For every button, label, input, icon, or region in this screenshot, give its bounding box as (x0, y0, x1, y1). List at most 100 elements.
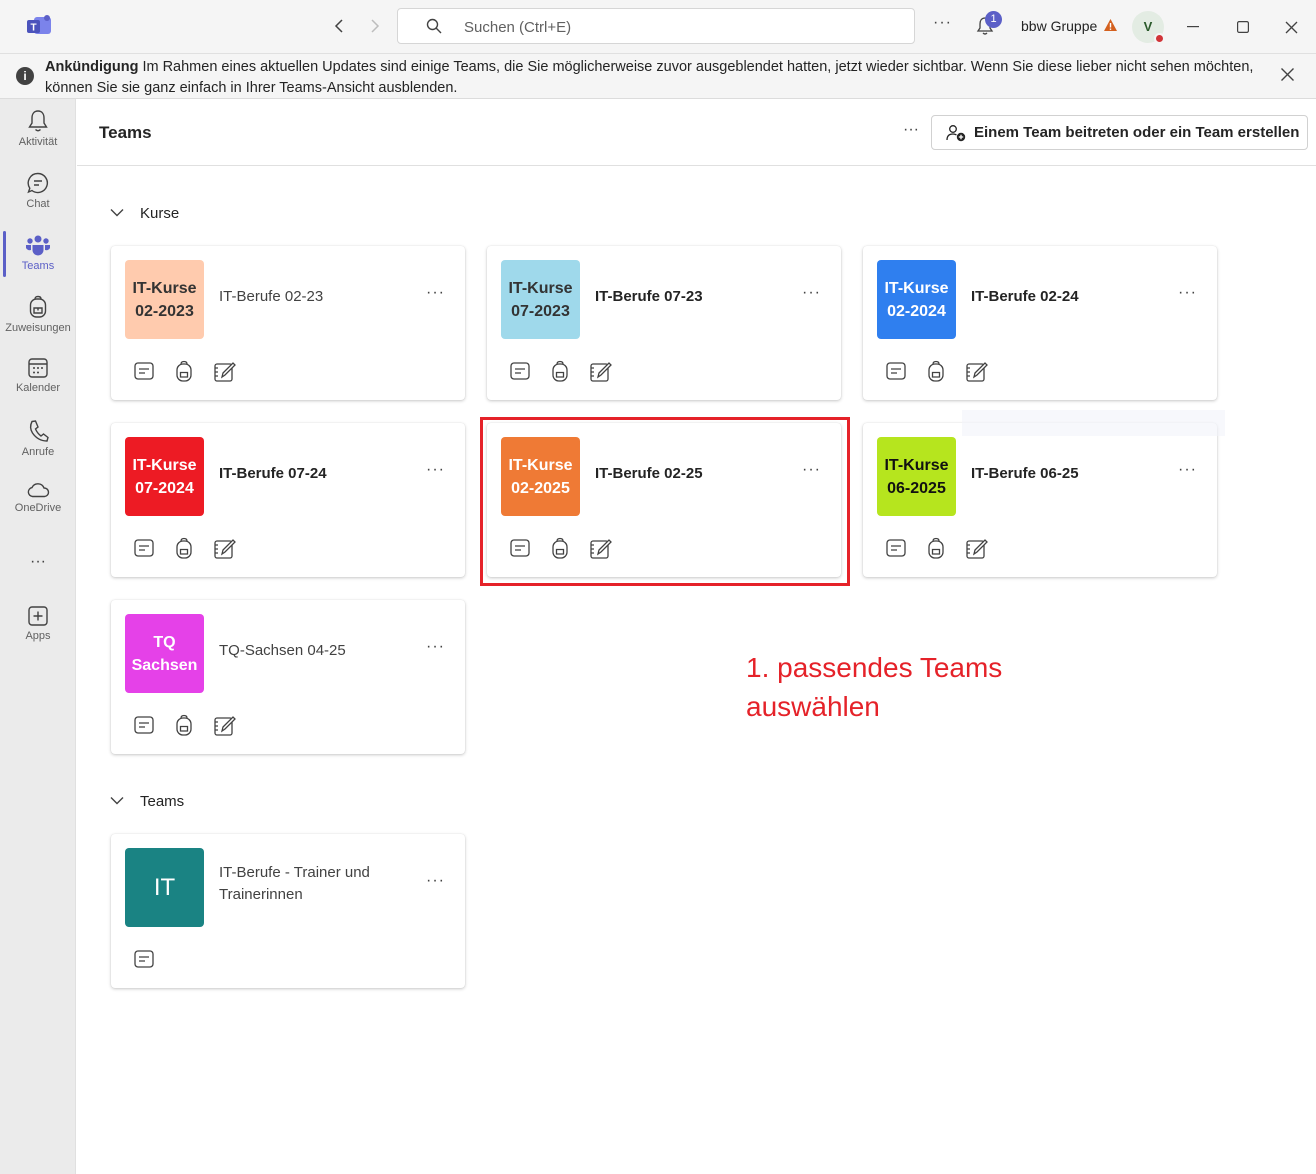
info-icon: i (16, 67, 34, 85)
rail-item-aktivitaet[interactable]: Aktivität (0, 99, 76, 157)
section-label: Teams (140, 793, 185, 810)
search-placeholder: Suchen (Ctrl+E) (464, 19, 572, 36)
rail-item-onedrive[interactable]: OneDrive (0, 471, 76, 529)
close-icon[interactable] (1280, 67, 1295, 82)
teams-logo-icon: T (27, 15, 51, 34)
posts-icon[interactable] (133, 537, 155, 559)
team-avatar-tile: TQ Sachsen (125, 614, 204, 693)
minimize-button[interactable] (1180, 14, 1206, 40)
annotation-text: 1. passendes Teams auswählen (746, 652, 1003, 722)
back-button[interactable] (329, 16, 349, 36)
assignments-icon[interactable] (173, 714, 195, 738)
posts-icon[interactable] (885, 360, 907, 382)
assignments-icon[interactable] (925, 537, 947, 561)
posts-icon[interactable] (885, 537, 907, 559)
team-name: IT-Berufe 06-25 (971, 465, 1079, 482)
team-card[interactable]: IT-Kurse 02-2023 IT-Berufe 02-23 ··· (111, 246, 465, 400)
notes-edit-icon[interactable] (589, 360, 613, 384)
team-avatar-tile: IT-Kurse 07-2023 (501, 260, 580, 339)
chevron-down-icon (110, 797, 124, 805)
team-more-button[interactable]: ··· (426, 872, 445, 890)
more-options-button[interactable]: ··· (933, 14, 952, 32)
rail-item-anrufe[interactable]: Anrufe (0, 409, 76, 467)
forward-button[interactable] (365, 16, 385, 36)
join-create-team-label: Einem Team beitreten oder ein Team erste… (974, 124, 1300, 141)
team-avatar-tile: IT-Kurse 07-2024 (125, 437, 204, 516)
team-more-button[interactable]: ··· (426, 284, 445, 302)
posts-icon[interactable] (509, 360, 531, 382)
page-header: Teams ··· Einem Team beitreten oder ein … (77, 99, 1316, 166)
posts-icon[interactable] (133, 714, 155, 736)
join-create-team-button[interactable]: Einem Team beitreten oder ein Team erste… (931, 115, 1308, 150)
rail-item-zuweisungen[interactable]: Zuweisungen (0, 285, 76, 343)
more-icon: ··· (30, 553, 46, 570)
close-window-button[interactable] (1278, 14, 1304, 40)
rail-label: Zuweisungen (5, 322, 71, 334)
team-more-button[interactable]: ··· (426, 461, 445, 479)
rail-label: Aktivität (18, 136, 58, 148)
rail-item-kalender[interactable]: Kalender (0, 347, 76, 405)
team-card[interactable]: IT-Kurse 02-2024 IT-Berufe 02-24 ··· (863, 246, 1217, 400)
team-more-button[interactable]: ··· (802, 284, 821, 302)
assignments-icon[interactable] (549, 360, 571, 384)
team-more-button[interactable]: ··· (1178, 461, 1197, 479)
assignments-icon[interactable] (173, 537, 195, 561)
team-more-button[interactable]: ··· (1178, 284, 1197, 302)
teams-icon (26, 235, 50, 256)
svg-text:T: T (30, 23, 36, 34)
search-input[interactable]: Suchen (Ctrl+E) (397, 8, 915, 44)
announcement-title: Ankündigung (45, 59, 139, 75)
team-name: IT-Berufe 02-23 (219, 288, 324, 305)
team-card[interactable]: IT-Kurse 07-2023 IT-Berufe 07-23 ··· (487, 246, 841, 400)
rail-label: Apps (25, 630, 51, 642)
chat-icon (27, 172, 49, 194)
notification-badge: 1 (985, 11, 1002, 28)
notes-edit-icon[interactable] (213, 360, 237, 384)
header-more-button[interactable]: ··· (903, 121, 919, 139)
maximize-button[interactable] (1230, 14, 1256, 40)
team-card[interactable]: IT IT-Berufe - Trainer und Trainerinnen ··… (111, 834, 465, 988)
notes-edit-icon[interactable] (213, 537, 237, 561)
bell-icon (28, 110, 48, 132)
notes-edit-icon[interactable] (965, 360, 989, 384)
notes-edit-icon[interactable] (213, 714, 237, 738)
cloud-icon (27, 483, 50, 498)
team-card[interactable]: TQ Sachsen TQ-Sachsen 04-25 ··· (111, 600, 465, 754)
close-icon (1285, 21, 1297, 33)
selection-highlight-box (480, 417, 850, 586)
team-name: IT-Berufe - Trainer und Trainerinnen (219, 864, 370, 903)
assignments-icon[interactable] (925, 360, 947, 384)
rail-label: Anrufe (21, 446, 55, 458)
add-app-icon (28, 606, 48, 626)
chevron-left-icon (334, 19, 343, 33)
title-bar: T Suchen (Ctrl+E) ··· 1 bbw Gruppe V (0, 0, 1316, 54)
team-avatar-tile: IT-Kurse 06-2025 (877, 437, 956, 516)
backpack-icon (29, 295, 47, 318)
rail-item-chat[interactable]: Chat (0, 161, 76, 219)
calendar-icon (28, 358, 48, 378)
rail-item-teams[interactable]: Teams (0, 223, 76, 281)
team-card[interactable]: IT-Kurse 06-2025 IT-Berufe 06-25 ··· (863, 423, 1217, 577)
rail-more-button[interactable]: ··· (0, 543, 76, 573)
notes-edit-icon[interactable] (965, 537, 989, 561)
team-card[interactable]: IT-Kurse 07-2024 IT-Berufe 07-24 ··· (111, 423, 465, 577)
minimize-icon (1187, 26, 1199, 28)
assignments-icon[interactable] (173, 360, 195, 384)
presence-busy-icon (1154, 33, 1165, 44)
chevron-right-icon (371, 19, 380, 33)
warning-icon (1104, 19, 1117, 31)
team-more-button[interactable]: ··· (426, 638, 445, 656)
org-name[interactable]: bbw Gruppe (1021, 18, 1097, 34)
posts-icon[interactable] (133, 360, 155, 382)
posts-icon[interactable] (133, 948, 155, 970)
rail-label: OneDrive (14, 502, 62, 514)
rail-item-apps[interactable]: Apps (0, 595, 76, 653)
avatar[interactable]: V (1132, 11, 1165, 44)
team-name: IT-Berufe 07-24 (219, 465, 327, 482)
app-rail: Aktivität Chat Teams Zuweisungen Kalende… (0, 99, 76, 1174)
rail-label: Kalender (15, 382, 61, 394)
team-name: IT-Berufe 02-24 (971, 288, 1079, 305)
announcement-text: Ankündigung Im Rahmen eines aktuellen Up… (45, 57, 1255, 99)
team-avatar-tile: IT-Kurse 02-2024 (877, 260, 956, 339)
search-icon (426, 18, 442, 34)
